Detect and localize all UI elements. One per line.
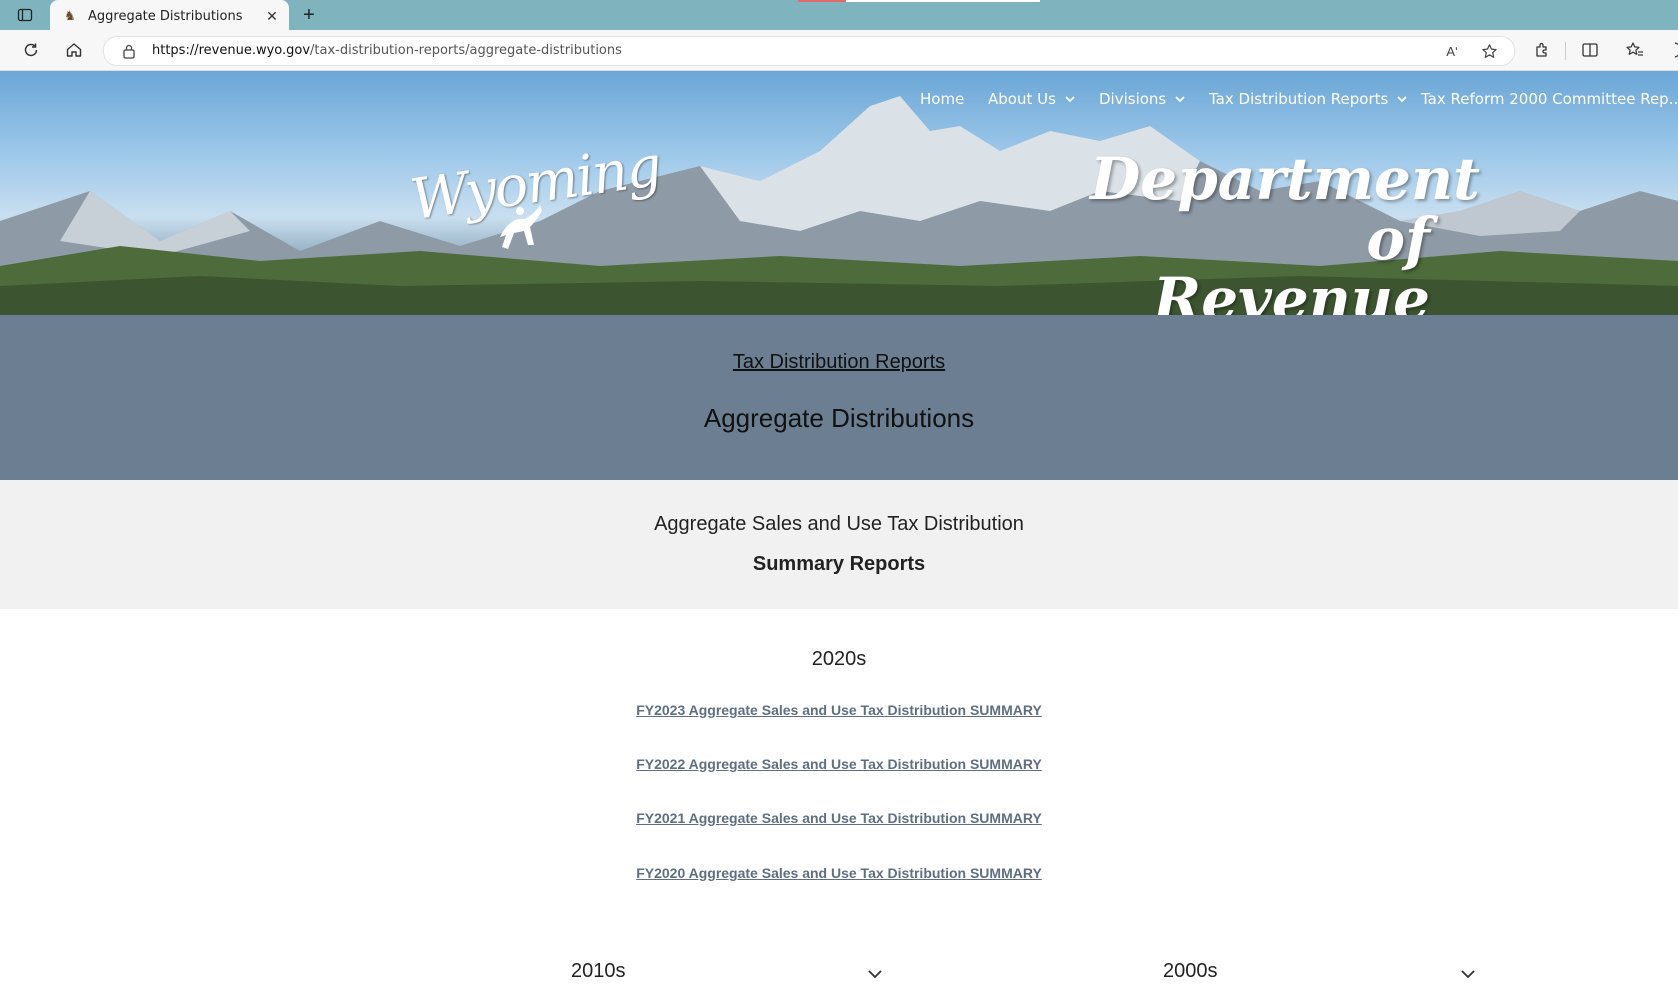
new-tab-icon[interactable]: + xyxy=(298,4,320,26)
browser-essentials-icon[interactable] xyxy=(1664,39,1678,61)
chevron-down-icon xyxy=(1065,96,1075,103)
nav-divisions[interactable]: Divisions xyxy=(1099,90,1186,108)
nav-about-us-label: About Us xyxy=(988,90,1056,108)
main-nav: Home About Us Divisions Tax Distribution… xyxy=(0,90,1678,114)
tab-actions-icon[interactable] xyxy=(16,6,34,24)
lock-icon[interactable] xyxy=(122,43,136,59)
chevron-down-icon xyxy=(1175,96,1185,103)
accordion-2010s[interactable]: 2010s xyxy=(571,960,626,983)
chevron-down-icon[interactable] xyxy=(1460,966,1476,982)
bucking-horse-icon xyxy=(500,205,542,249)
section-header-band: Aggregate Sales and Use Tax Distribution… xyxy=(0,480,1678,609)
hero-banner: Home About Us Divisions Tax Distribution… xyxy=(0,71,1678,315)
dept-line1: Department xyxy=(1090,145,1480,213)
report-link-fy2023[interactable]: FY2023 Aggregate Sales and Use Tax Distr… xyxy=(0,702,1678,718)
nav-tax-distribution-reports[interactable]: Tax Distribution Reports xyxy=(1209,90,1408,108)
address-bar[interactable]: https://revenue.wyo.gov/tax-distribution… xyxy=(103,36,1515,66)
site-favicon-icon: ♞ xyxy=(64,8,76,23)
refresh-icon[interactable] xyxy=(20,39,42,61)
section-subheading: Summary Reports xyxy=(752,553,926,575)
browser-tab-active[interactable]: ♞ Aggregate Distributions ✕ xyxy=(50,0,289,32)
browser-toolbar: https://revenue.wyo.gov/tax-distribution… xyxy=(0,30,1678,71)
favorite-star-icon[interactable] xyxy=(1480,42,1498,60)
breadcrumb-link[interactable]: Tax Distribution Reports xyxy=(733,351,945,373)
page-title: Aggregate Distributions xyxy=(703,403,975,433)
url-text[interactable]: https://revenue.wyo.gov/tax-distribution… xyxy=(152,43,622,58)
dept-line2: of Revenue xyxy=(1153,205,1430,315)
nav-tax-reform-label: Tax Reform 2000 Committee Rep... xyxy=(1421,90,1678,108)
department-of-revenue-logo[interactable]: Department of Revenue xyxy=(1090,145,1480,315)
report-link-fy2022[interactable]: FY2022 Aggregate Sales and Use Tax Distr… xyxy=(0,756,1678,772)
chevron-down-icon xyxy=(1397,96,1407,103)
wyoming-logo[interactable]: Wyoming xyxy=(407,134,664,261)
page-header-band: Tax Distribution Reports Aggregate Distr… xyxy=(0,315,1678,480)
nav-home-label: Home xyxy=(920,90,965,108)
url-path: /tax-distribution-reports/aggregate-dist… xyxy=(310,43,622,58)
tab-title: Aggregate Distributions xyxy=(88,8,243,24)
read-aloud-icon[interactable]: Aʹ xyxy=(1443,42,1461,60)
accordion-2000s[interactable]: 2000s xyxy=(1163,960,1218,983)
favorites-icon[interactable] xyxy=(1623,39,1645,61)
extensions-icon[interactable] xyxy=(1531,39,1553,61)
browser-tabbar: ♞ Aggregate Distributions ✕ + xyxy=(0,0,1678,32)
decade-heading-2020s: 2020s xyxy=(811,648,867,670)
nav-tax-distribution-reports-label: Tax Distribution Reports xyxy=(1209,90,1389,108)
tabstrip-highlight-accent xyxy=(798,0,846,2)
home-icon[interactable] xyxy=(63,39,85,61)
section-heading: Aggregate Sales and Use Tax Distribution xyxy=(654,513,1024,535)
nav-home[interactable]: Home xyxy=(920,90,964,108)
report-link-fy2021[interactable]: FY2021 Aggregate Sales and Use Tax Distr… xyxy=(0,810,1678,826)
url-host: https://revenue.wyo.gov xyxy=(152,43,311,58)
split-screen-icon[interactable] xyxy=(1579,39,1601,61)
breadcrumb: Tax Distribution Reports xyxy=(0,351,1678,374)
nav-divisions-label: Divisions xyxy=(1099,90,1167,108)
nav-tax-reform-2000[interactable]: Tax Reform 2000 Committee Rep... xyxy=(1421,90,1678,108)
nav-about-us[interactable]: About Us xyxy=(988,90,1076,108)
tab-close-icon[interactable]: ✕ xyxy=(263,7,281,25)
toolbar-separator xyxy=(1565,42,1566,60)
chevron-down-icon[interactable] xyxy=(867,966,883,982)
report-link-fy2020[interactable]: FY2020 Aggregate Sales and Use Tax Distr… xyxy=(0,865,1678,881)
